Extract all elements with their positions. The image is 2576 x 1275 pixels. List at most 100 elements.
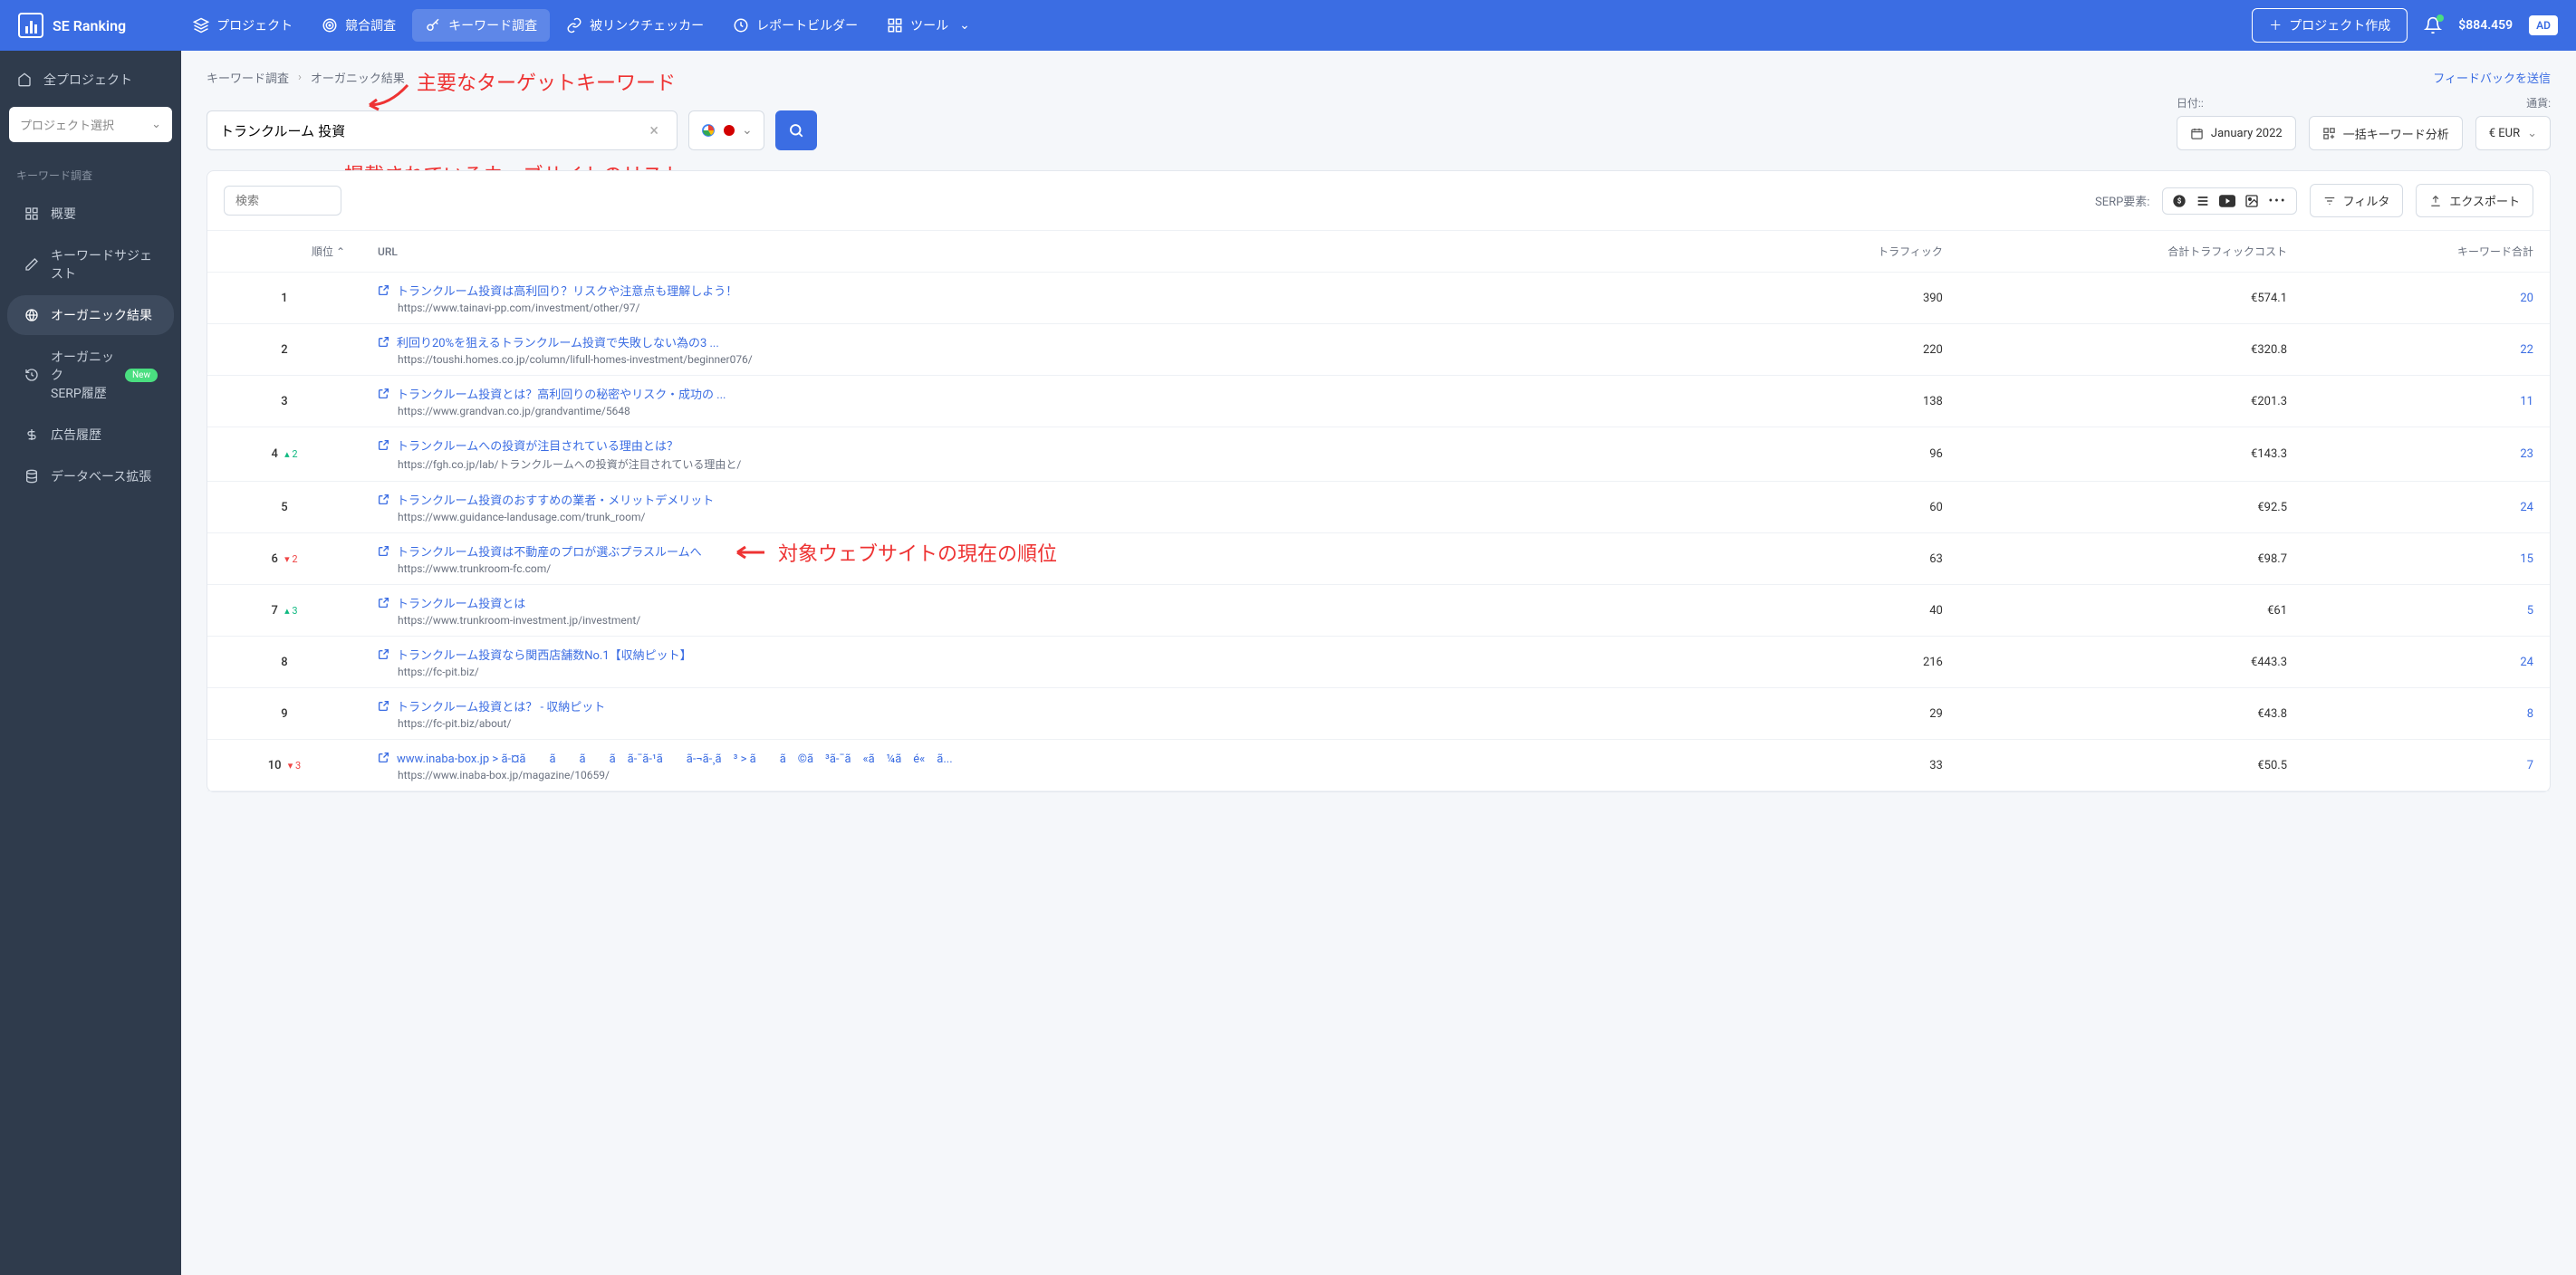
- keyword-count-link[interactable]: 23: [2520, 447, 2533, 461]
- col-cost[interactable]: 合計トラフィックコスト: [1959, 231, 2303, 273]
- cell-traffic: 220: [1738, 324, 1959, 376]
- keyword-count-link[interactable]: 11: [2520, 395, 2533, 408]
- nav-layers[interactable]: プロジェクト: [180, 9, 305, 42]
- keyword-count-link[interactable]: 24: [2520, 501, 2533, 514]
- nav-clock[interactable]: レポートビルダー: [720, 9, 870, 42]
- date-label: 日付::: [2177, 95, 2296, 110]
- keyword-count-link[interactable]: 7: [2527, 759, 2533, 772]
- serp-features-icons[interactable]: $ •••: [2162, 187, 2296, 215]
- external-link-icon[interactable]: [378, 597, 389, 609]
- result-url[interactable]: https://toushi.homes.co.jp/column/lifull…: [398, 353, 1722, 366]
- user-badge[interactable]: AD: [2529, 15, 2558, 35]
- col-traffic[interactable]: トラフィック: [1738, 231, 1959, 273]
- keyword-count-link[interactable]: 15: [2520, 552, 2533, 566]
- result-title[interactable]: トランクルーム投資は不動産のプロが選ぶプラスルームへ: [397, 542, 702, 560]
- cell-keywords: 7: [2303, 740, 2550, 791]
- external-link-icon[interactable]: [378, 388, 389, 399]
- keyword-count-link[interactable]: 8: [2527, 707, 2533, 721]
- sidebar-item[interactable]: データベース拡張: [7, 456, 174, 496]
- external-link-icon[interactable]: [378, 439, 389, 451]
- external-link-icon[interactable]: [378, 545, 389, 557]
- table-search-input[interactable]: [224, 186, 341, 216]
- calendar-icon: [2190, 127, 2204, 140]
- date-picker[interactable]: January 2022: [2177, 116, 2296, 150]
- cell-url: トランクルーム投資は不動産のプロが選ぶプラスルームへ https://www.tr…: [361, 533, 1738, 585]
- table-row: 5トランクルーム投資のおすすめの業者・メリットデメリットhttps://www.…: [207, 482, 2550, 533]
- sidebar-item[interactable]: 概要: [7, 194, 174, 234]
- logo[interactable]: SE Ranking: [18, 13, 126, 38]
- sidebar-item[interactable]: キーワードサジェスト: [7, 235, 174, 293]
- result-url[interactable]: https://fc-pit.biz/: [398, 666, 1722, 678]
- filter-label: フィルタ: [2343, 192, 2390, 209]
- external-link-icon[interactable]: [378, 284, 389, 296]
- search-button[interactable]: [775, 110, 817, 150]
- keyword-count-link[interactable]: 20: [2520, 292, 2533, 305]
- result-title[interactable]: 利回り20%を狙えるトランクルーム投資で失敗しない為の3 ...: [397, 333, 719, 350]
- keyword-count-link[interactable]: 24: [2520, 656, 2533, 669]
- external-link-icon[interactable]: [378, 336, 389, 348]
- result-title[interactable]: トランクルーム投資は高利回り？リスクや注意点も理解しよう！: [397, 282, 737, 299]
- keyword-count-link[interactable]: 22: [2520, 343, 2533, 357]
- cell-cost: €98.7: [1959, 533, 2303, 585]
- sidebar-all-projects[interactable]: 全プロジェクト: [0, 60, 181, 100]
- keyword-count-link[interactable]: 5: [2527, 604, 2533, 618]
- result-url[interactable]: https://www.guidance-landusage.com/trunk…: [398, 511, 1722, 523]
- result-title[interactable]: トランクルーム投資とは？ - 収納ピット: [397, 697, 605, 714]
- sidebar-item[interactable]: オーガニック SERP履歴New: [7, 337, 174, 413]
- nav-link[interactable]: 被リンクチェッカー: [553, 9, 716, 42]
- result-url[interactable]: https://www.inaba-box.jp/magazine/10659/: [398, 769, 1722, 781]
- bulk-analysis-button[interactable]: 一括キーワード分析: [2309, 116, 2463, 150]
- result-url[interactable]: https://www.tainavi-pp.com/investment/ot…: [398, 302, 1722, 314]
- result-title[interactable]: トランクルームへの投資が注目されている理由とは？: [397, 436, 678, 454]
- result-url[interactable]: https://www.trunkroom-fc.com/: [398, 562, 1722, 575]
- col-position[interactable]: 順位 ⌃: [207, 231, 361, 273]
- chevron-down-icon: ⌄: [959, 18, 970, 33]
- nav-key[interactable]: キーワード調査: [412, 9, 550, 42]
- currency-select[interactable]: € EUR ⌄: [2475, 116, 2551, 150]
- clear-icon[interactable]: ×: [649, 121, 658, 140]
- japan-flag-icon: [724, 125, 735, 136]
- notifications-icon[interactable]: [2424, 16, 2442, 34]
- sidebar-item[interactable]: オーガニック結果: [7, 295, 174, 335]
- result-title[interactable]: www.inaba-box.jp > ã-¤ã ã ã ã ã-¯ã-¹ã ã-…: [397, 749, 953, 766]
- create-project-button[interactable]: ＋ プロジェクト作成: [2252, 8, 2408, 43]
- cell-position: 4 ▴ 2: [207, 427, 361, 482]
- result-url[interactable]: https://fgh.co.jp/lab/トランクルームへの投資が注目されてい…: [398, 456, 1722, 472]
- sidebar-item[interactable]: 広告履歴: [7, 415, 174, 455]
- result-title[interactable]: トランクルーム投資のおすすめの業者・メリットデメリット: [397, 491, 714, 508]
- table-row: 6 ▾ 2トランクルーム投資は不動産のプロが選ぶプラスルームへhttps://w…: [207, 533, 2550, 585]
- result-title[interactable]: トランクルーム投資とは: [397, 594, 525, 611]
- sort-asc-icon: ⌃: [336, 245, 345, 258]
- position-change: ▾ 3: [288, 760, 301, 772]
- external-link-icon[interactable]: [378, 752, 389, 763]
- result-url[interactable]: https://www.grandvan.co.jp/grandvantime/…: [398, 405, 1722, 417]
- nav-grid[interactable]: ツール ⌄: [874, 9, 983, 42]
- feedback-link[interactable]: フィードバックを送信: [2433, 69, 2551, 91]
- result-title[interactable]: トランクルーム投資とは？高利回りの秘密やリスク・成功の ...: [397, 385, 726, 402]
- cell-traffic: 63: [1738, 533, 1959, 585]
- database-icon: [24, 468, 40, 484]
- cell-url: www.inaba-box.jp > ã-¤ã ã ã ã ã-¯ã-¹ã ã-…: [361, 740, 1738, 791]
- result-url[interactable]: https://www.trunkroom-investment.jp/inve…: [398, 614, 1722, 627]
- result-url[interactable]: https://fc-pit.biz/about/: [398, 717, 1722, 730]
- external-link-icon[interactable]: [378, 648, 389, 660]
- breadcrumb-root[interactable]: キーワード調査: [207, 69, 289, 86]
- external-link-icon[interactable]: [378, 494, 389, 505]
- cell-keywords: 20: [2303, 273, 2550, 324]
- nav-target[interactable]: 競合調査: [309, 9, 409, 42]
- result-title[interactable]: トランクルーム投資なら関西店舗数No.1【収納ピット】: [397, 646, 692, 663]
- sidebar-item-label: データベース拡張: [51, 467, 151, 485]
- project-select[interactable]: プロジェクト選択 ⌄: [9, 107, 172, 142]
- col-keywords[interactable]: キーワード合計: [2303, 231, 2550, 273]
- col-url[interactable]: URL: [361, 231, 1738, 273]
- balance[interactable]: $884.459: [2458, 18, 2513, 33]
- keyword-input[interactable]: [220, 123, 649, 139]
- image-icon: [2244, 194, 2259, 208]
- layers-icon: [193, 17, 209, 34]
- search-engine-locale-select[interactable]: ⌄: [688, 110, 764, 150]
- external-link-icon[interactable]: [378, 700, 389, 712]
- nav-label: ツール: [910, 16, 948, 34]
- export-button[interactable]: エクスポート: [2416, 184, 2533, 217]
- breadcrumb: キーワード調査 › オーガニック結果: [207, 69, 405, 86]
- filter-button[interactable]: フィルタ: [2310, 184, 2404, 217]
